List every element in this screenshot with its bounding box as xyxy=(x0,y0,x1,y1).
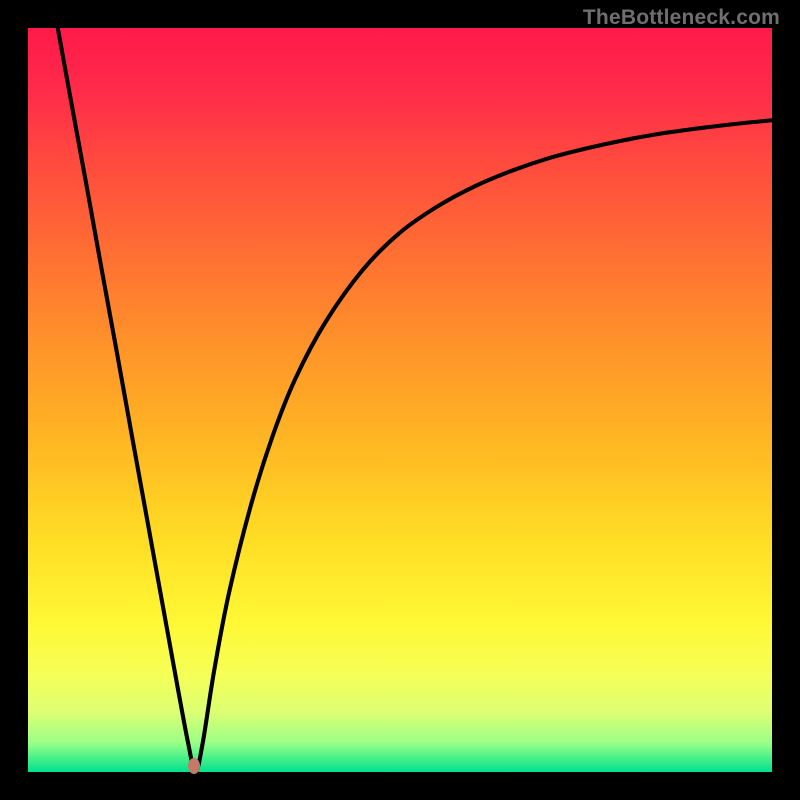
plot-area xyxy=(28,28,772,772)
curve-path xyxy=(58,28,772,772)
minimum-marker xyxy=(188,758,200,774)
curve-layer xyxy=(28,28,772,772)
chart-container: TheBottleneck.com xyxy=(0,0,800,800)
watermark-text: TheBottleneck.com xyxy=(583,6,780,30)
